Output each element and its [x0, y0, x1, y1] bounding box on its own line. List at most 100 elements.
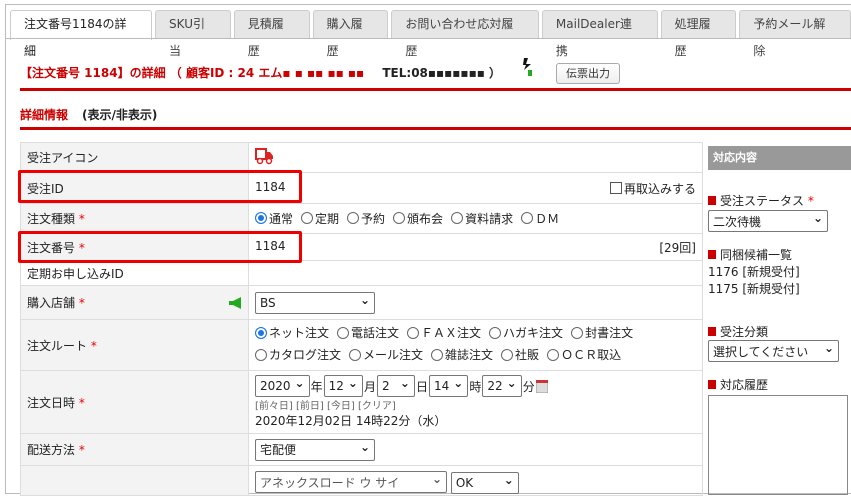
status-label: 受注ステータス *	[708, 192, 851, 209]
history-textarea[interactable]	[708, 395, 848, 495]
radio-label: ネット注文	[269, 326, 330, 340]
label: 注文日時 *	[20, 370, 249, 434]
radio-icon[interactable]	[255, 212, 267, 225]
radio-icon[interactable]	[255, 327, 267, 339]
radio-icon[interactable]	[407, 327, 420, 339]
hour-select[interactable]: 14	[429, 375, 469, 397]
radio-icon[interactable]	[451, 212, 464, 225]
tab-bar: 注文番号1184の詳細 SKU引当 見積履歴 購入履歴 お問い合わせ応対履歴 M…	[10, 10, 851, 58]
radio-icon[interactable]	[431, 349, 444, 361]
panel-header: 対応内容	[708, 146, 851, 170]
radio-option[interactable]: 電話注文	[337, 323, 399, 343]
tab-process[interactable]: 処理履歴	[660, 10, 737, 58]
label-text: 注文ルート	[27, 338, 88, 353]
shipping-select[interactable]: 宅配便	[255, 438, 375, 461]
response-panel: 対応内容 受注ステータス * 二次待機 同梱候補一覧 1176 [新規受付] 1…	[708, 146, 851, 495]
radio-label: 頒布会	[407, 211, 444, 226]
radio-icon[interactable]	[501, 349, 514, 361]
status-select[interactable]: 二次待機	[708, 210, 828, 232]
hour-value: 14	[434, 379, 450, 393]
carrier-select[interactable]: アネックスロード ウ サイ	[255, 471, 447, 493]
highlight-box	[18, 231, 302, 263]
month-value: 12	[328, 379, 344, 393]
label: 購入店舗 *	[20, 285, 249, 320]
section-header: 詳細情報 (表示/非表示)	[20, 106, 157, 123]
clear-link[interactable]: [クリア]	[358, 401, 396, 412]
tab-order-detail[interactable]: 注文番号1184の詳細	[10, 10, 153, 58]
radio-option[interactable]: ネット注文	[255, 323, 329, 343]
yesterday-link[interactable]: [前日]	[296, 401, 324, 412]
history-label: 対応履歴	[708, 376, 851, 393]
radio-icon[interactable]	[547, 349, 560, 361]
option-select[interactable]: OK	[450, 471, 519, 494]
label-text: 配送方法	[27, 443, 76, 457]
tab-inquiry[interactable]: お問い合わせ応対履歴	[391, 10, 539, 58]
radio-option[interactable]: ＤＭ	[521, 210, 559, 227]
brand-logo-icon	[523, 58, 532, 76]
checkbox-icon[interactable]	[609, 182, 622, 194]
divider	[20, 127, 851, 130]
radio-option[interactable]: メール注文	[349, 345, 423, 365]
tab-reservation[interactable]: 予約メール解除	[739, 10, 851, 58]
radio-label: ＤＭ	[535, 211, 560, 226]
radio-icon[interactable]	[337, 327, 350, 339]
radio-option[interactable]: ハガキ注文	[489, 323, 563, 343]
bundle-item[interactable]: 1176 [新規受付]	[708, 263, 851, 280]
radio-option[interactable]: 社販	[501, 345, 539, 365]
carrier-value: アネックスロード ウ サイ	[260, 475, 400, 490]
class-select[interactable]: 選択してください	[708, 340, 839, 362]
radio-label: 資料請求	[465, 211, 514, 226]
table-row: 配送方法 * 宅配便	[20, 433, 703, 466]
label-text: 受注ステータス	[720, 194, 805, 208]
radio-option[interactable]: 予約	[347, 210, 385, 227]
radio-icon[interactable]	[571, 327, 584, 339]
divider	[20, 88, 851, 91]
radio-label: 電話注文	[351, 326, 400, 340]
radio-option[interactable]: ＯＣＲ取込	[547, 345, 621, 365]
tab-estimate[interactable]: 見積履歴	[233, 10, 310, 58]
day-select[interactable]: 2	[376, 375, 415, 397]
order-title: 【注文番号 1184】の詳細	[20, 66, 166, 80]
radio-option[interactable]: 通常	[255, 210, 293, 227]
bullet-icon	[708, 380, 716, 389]
bundle-item[interactable]: 1175 [新規受付]	[708, 280, 851, 297]
label-text: 受注分類	[720, 325, 769, 339]
order-type-radios: 通常 定期 予約 頒布会 資料請求 ＤＭ	[248, 203, 703, 234]
tab-sku[interactable]: SKU引当	[155, 10, 231, 58]
month-select[interactable]: 12	[323, 375, 363, 397]
calendar-icon[interactable]	[535, 379, 548, 393]
radio-option[interactable]: 封書注文	[571, 323, 633, 343]
radio-option[interactable]: 雑誌注文	[431, 345, 493, 365]
unit: 日	[415, 379, 428, 394]
tab-maildealer[interactable]: MailDealer連携	[541, 10, 658, 58]
radio-option[interactable]: 頒布会	[393, 210, 443, 227]
toggle-link[interactable]: (表示/非表示)	[82, 108, 157, 122]
tab-purchase[interactable]: 購入履歴	[312, 10, 389, 58]
reimport-checkbox[interactable]: 再取込みする	[609, 180, 696, 197]
radio-label: 封書注文	[585, 326, 634, 340]
radio-icon[interactable]	[489, 327, 502, 339]
year-select[interactable]: 2020	[255, 375, 310, 397]
unit: 分	[522, 379, 535, 394]
radio-icon[interactable]	[349, 349, 362, 361]
day-before-yesterday-link[interactable]: [前々日]	[255, 401, 293, 412]
unit: 時	[469, 379, 482, 394]
radio-option[interactable]: 定期	[301, 210, 339, 227]
radio-icon[interactable]	[301, 212, 314, 225]
radio-icon[interactable]	[347, 212, 360, 225]
label-text: 購入店舗	[27, 296, 76, 310]
radio-option[interactable]: 資料請求	[451, 210, 513, 227]
bullet-icon	[708, 196, 716, 205]
radio-icon[interactable]	[521, 212, 534, 225]
radio-option[interactable]: カタログ注文	[255, 345, 341, 365]
radio-option[interactable]: ＦＡＸ注文	[407, 323, 481, 343]
minute-value: 22	[487, 379, 503, 393]
radio-label: 雑誌注文	[445, 348, 494, 362]
radio-icon[interactable]	[255, 349, 267, 361]
store-select[interactable]: BS	[255, 291, 375, 314]
print-slip-button[interactable]: 伝票出力	[556, 63, 620, 84]
day-value: 2	[381, 379, 390, 393]
minute-select[interactable]: 22	[482, 375, 522, 397]
radio-icon[interactable]	[393, 212, 406, 225]
today-link[interactable]: [今日]	[327, 401, 355, 412]
